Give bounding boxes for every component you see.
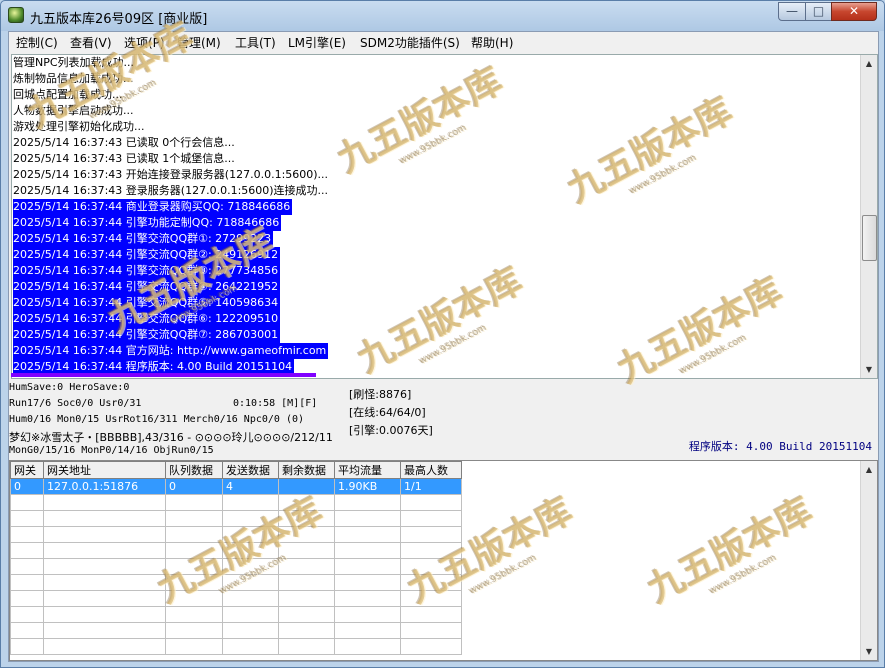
table-row[interactable] [10, 558, 462, 575]
log-line: 2025/5/14 16:37:43 已读取 1个城堡信息... [13, 152, 235, 165]
app-icon [8, 7, 24, 23]
log-line: 管理NPC列表加载成功... [13, 56, 135, 69]
log-line: 2025/5/14 16:37:44 引擎交流QQ群④: 264221952 [13, 279, 281, 295]
scroll-up-icon[interactable]: ▲ [861, 461, 877, 478]
log-line: 2025/5/14 16:37:43 已读取 0个行会信息... [13, 136, 235, 149]
col-queue-data[interactable]: 队列数据 [165, 461, 223, 479]
main-window: 九五版本库26号09区 [商业版] — □ ✕ 控制(C) 查看(V) 选项(P… [0, 0, 885, 668]
stats-panel: HumSave:0 HeroSave:0 Run17/6 Soc0/0 Usr0… [9, 380, 878, 460]
cell-max-players: 1/1 [400, 478, 462, 495]
col-max-players[interactable]: 最高人数 [400, 461, 462, 479]
table-row[interactable] [10, 590, 462, 607]
log-line: 2025/5/14 16:37:43 开始连接登录服务器(127.0.0.1:5… [13, 168, 329, 181]
scroll-thumb[interactable] [862, 215, 877, 261]
table-header-row: 网关 网关地址 队列数据 发送数据 剩余数据 平均流量 最高人数 [10, 461, 462, 479]
menu-sdm2-plugins[interactable]: SDM2功能插件(S) [360, 34, 460, 51]
cell-avg-traffic: 1.90KB [334, 478, 401, 495]
log-progress-line [11, 373, 316, 377]
minimize-button[interactable]: — [778, 2, 806, 21]
table-row[interactable] [10, 606, 462, 623]
menu-help[interactable]: 帮助(H) [471, 34, 513, 51]
menu-options[interactable]: 选项(P) [124, 34, 165, 51]
log-line: 2025/5/14 16:37:44 引擎功能定制QQ: 718846686 [13, 215, 282, 231]
table-row[interactable]: 0 127.0.0.1:51876 0 4 1.90KB 1/1 [10, 478, 462, 495]
log-line: 2025/5/14 16:37:44 引擎交流QQ群①: 27299223 [13, 231, 274, 247]
uptime-text: 0:10:58 [M][F] [233, 398, 318, 409]
engine-text: [引擎:0.0076天] [349, 424, 433, 437]
refresh-monster-text: [刷怪:8876] [349, 388, 412, 401]
log-line: 炼制物品信息加载成功... [13, 72, 134, 85]
col-avg-traffic[interactable]: 平均流量 [334, 461, 401, 479]
log-line: 游戏处理引擎初始化成功... [13, 120, 145, 133]
table-row[interactable] [10, 638, 462, 655]
col-send-data[interactable]: 发送数据 [222, 461, 279, 479]
menu-control[interactable]: 控制(C) [16, 34, 58, 51]
table-row[interactable] [10, 574, 462, 591]
log-line: 2025/5/14 16:37:44 引擎交流QQ群⑥: 122209510 [13, 311, 281, 327]
table-row[interactable] [10, 510, 462, 527]
cell-gateway: 0 [10, 478, 44, 495]
menu-bar: 控制(C) 查看(V) 选项(P) 管理(M) 工具(T) LM引擎(E) SD… [9, 32, 878, 52]
window-title: 九五版本库26号09区 [商业版] [30, 12, 208, 27]
table-row[interactable] [10, 622, 462, 639]
player-text: 梦幻※冰雪太子・[BBBBB],43/316 - ⊙⊙⊙⊙玲儿⊙⊙⊙⊙/212/… [9, 431, 333, 444]
close-button[interactable]: ✕ [831, 2, 877, 21]
cell-send-data: 4 [222, 478, 279, 495]
table-row[interactable] [10, 494, 462, 511]
title-bar[interactable]: 九五版本库26号09区 [商业版] — □ ✕ [1, 1, 884, 31]
table-scrollbar[interactable]: ▲ ▼ [860, 461, 877, 660]
table-row[interactable] [10, 542, 462, 559]
log-line: 2025/5/14 16:37:44 引擎交流QQ群⑦: 286703001 [13, 327, 281, 343]
maximize-button[interactable]: □ [805, 2, 832, 21]
log-line: 2025/5/14 16:37:43 登录服务器(127.0.0.1:5600)… [13, 184, 329, 197]
hum-save-text: HumSave:0 HeroSave:0 [9, 382, 130, 393]
log-scrollbar[interactable]: ▲ ▼ [860, 55, 877, 378]
log-line: 2025/5/14 16:37:44 引擎交流QQ群⑤: 140598634 [13, 295, 281, 311]
client-area: 控制(C) 查看(V) 选项(P) 管理(M) 工具(T) LM引擎(E) SD… [8, 31, 879, 662]
scroll-down-icon[interactable]: ▼ [861, 643, 877, 660]
log-line: 人物数据引擎启动成功... [13, 104, 134, 117]
log-line: 2025/5/14 16:37:44 引擎交流QQ群②: 249126912 [13, 247, 281, 263]
col-remaining-data[interactable]: 剩余数据 [278, 461, 335, 479]
col-gateway[interactable]: 网关 [10, 461, 44, 479]
log-line: 2025/5/14 16:37:44 官方网站: http://www.game… [13, 343, 329, 359]
log-line: 2025/5/14 16:37:44 商业登录器购买QQ: 718846686 [13, 199, 293, 215]
run-text: Run17/6 Soc0/0 Usr0/31 [9, 398, 142, 409]
table-row[interactable] [10, 526, 462, 543]
menu-lm-engine[interactable]: LM引擎(E) [288, 34, 346, 51]
log-line: 回城点配置加载成功... [13, 88, 123, 101]
mon-text: MonG0/15/16 MonP0/14/16 ObjRun0/15 [9, 445, 214, 456]
col-gateway-address[interactable]: 网关地址 [43, 461, 166, 479]
log-line: 2025/5/14 16:37:44 引擎交流QQ群③: 277734856 [13, 263, 281, 279]
menu-manage[interactable]: 管理(M) [177, 34, 221, 51]
cell-remaining-data [278, 478, 335, 495]
scroll-up-icon[interactable]: ▲ [861, 55, 877, 72]
version-text: 程序版本: 4.00 Build 20151104 [688, 440, 872, 453]
gateway-table-panel[interactable]: 网关 网关地址 队列数据 发送数据 剩余数据 平均流量 最高人数 0 127.0… [9, 460, 878, 661]
cell-queue-data: 0 [165, 478, 223, 495]
menu-tools[interactable]: 工具(T) [235, 34, 276, 51]
hum-text: Hum0/16 Mon0/15 UsrRot16/311 Merch0/16 N… [9, 414, 305, 425]
log-panel[interactable]: 管理NPC列表加载成功... 炼制物品信息加载成功... 回城点配置加载成功... 人… [11, 54, 878, 379]
gateway-table: 网关 网关地址 队列数据 发送数据 剩余数据 平均流量 最高人数 0 127.0… [10, 461, 462, 655]
scroll-down-icon[interactable]: ▼ [861, 361, 877, 378]
online-text: [在线:64/64/0] [349, 406, 426, 419]
cell-gateway-address: 127.0.0.1:51876 [43, 478, 166, 495]
menu-view[interactable]: 查看(V) [70, 34, 112, 51]
